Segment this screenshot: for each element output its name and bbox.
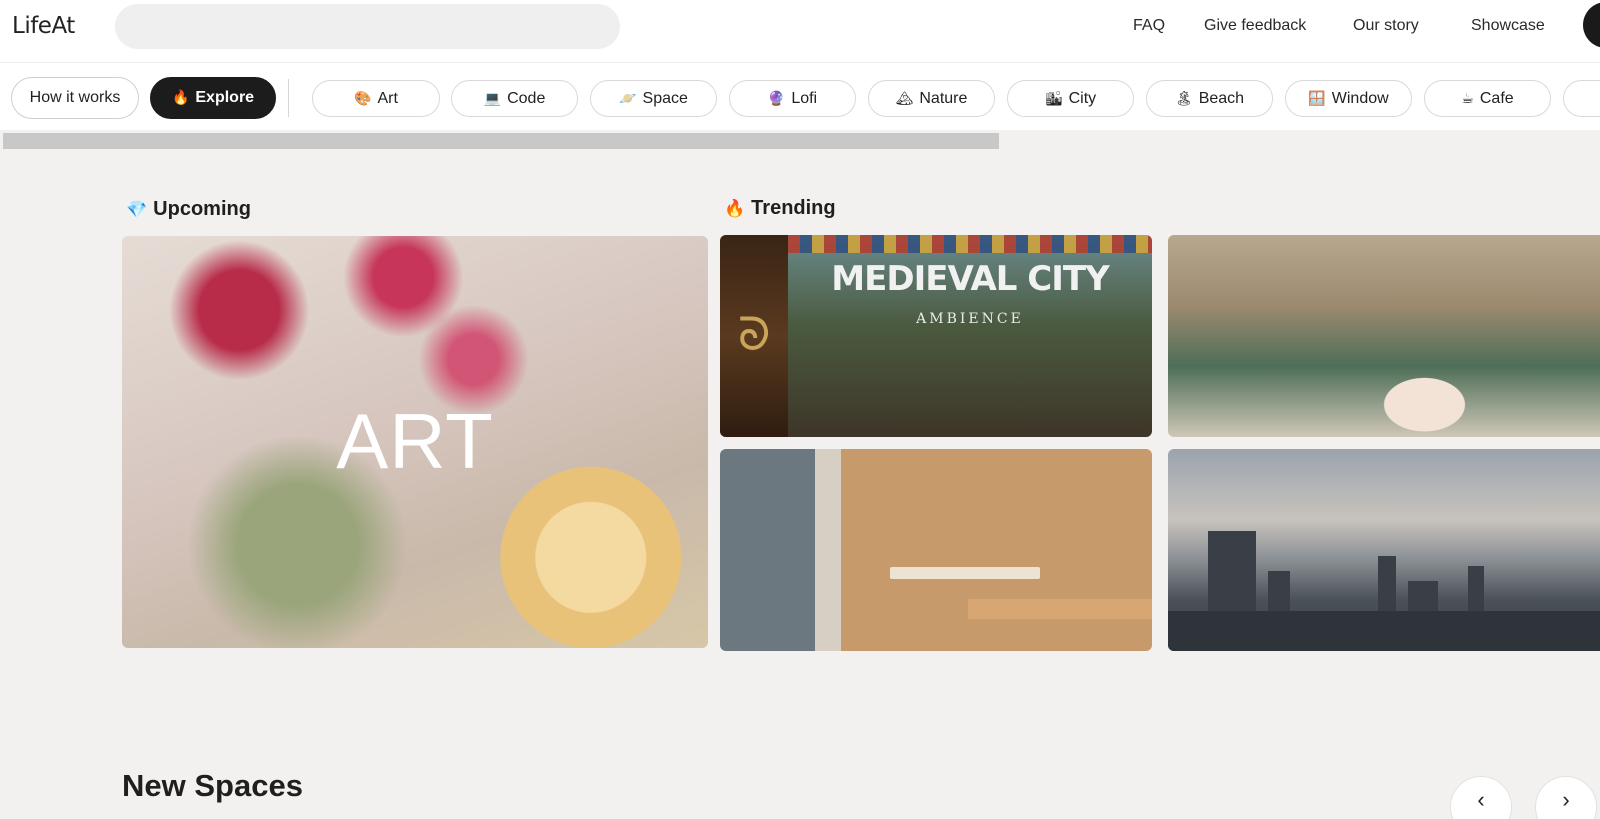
nav-link-showcase[interactable]: Showcase (1471, 17, 1545, 35)
upcoming-heading: 💎 Upcoming (126, 198, 251, 221)
cityscape-icon: 🏙 (1044, 90, 1063, 107)
how-it-works-button[interactable]: How it works (11, 77, 139, 119)
trending-heading: 🔥 Trending (724, 197, 836, 220)
category-city[interactable]: 🏙 City (1007, 80, 1134, 117)
category-space[interactable]: 🪐 Space (590, 80, 717, 117)
category-art[interactable]: 🎨 Art (312, 80, 440, 117)
search-input[interactable] (115, 4, 620, 49)
table-illustration (890, 567, 1040, 579)
prev-arrow-button[interactable]: ‹ (1450, 776, 1512, 819)
planet-icon: 🪐 (619, 90, 637, 107)
category-label: Space (642, 89, 688, 107)
category-bar: How it works 🔥 Explore 🎨 Art 💻 Code 🪐 Sp… (0, 62, 1600, 130)
category-label: Beach (1198, 89, 1245, 107)
new-spaces-heading: New Spaces (122, 768, 303, 803)
palette-icon: 🎨 (354, 90, 372, 107)
trending-card-city-skyline[interactable] (1168, 449, 1600, 651)
bunting-decoration (788, 235, 1152, 253)
card-title: MEDIEVAL CITY (831, 259, 1109, 299)
category-window[interactable]: 🪟 Window (1285, 80, 1412, 117)
gem-icon: 💎 (126, 199, 148, 220)
nav-link-give-feedback[interactable]: Give feedback (1204, 17, 1306, 35)
category-cafe[interactable]: ☕ Cafe (1424, 80, 1551, 117)
divider (288, 79, 289, 117)
category-beach[interactable]: 🏝 Beach (1146, 80, 1273, 117)
category-nature[interactable]: 🏔 Nature (868, 80, 995, 117)
how-it-works-label: How it works (29, 89, 121, 106)
window-icon: 🪟 (1308, 90, 1326, 107)
building (1168, 611, 1600, 651)
trending-card-medieval-city[interactable]: ᘐ MEDIEVAL CITY AMBIENCE (720, 235, 1152, 437)
fire-icon: 🔥 (724, 198, 746, 219)
nav-link-faq[interactable]: FAQ (1133, 17, 1165, 35)
logo[interactable]: LifeAt (12, 13, 75, 39)
category-label: Art (377, 89, 398, 107)
category-label: Code (507, 89, 546, 107)
dragon-emblem-icon: ᘐ (738, 307, 771, 361)
coffee-icon: ☕ (1461, 90, 1474, 107)
laptop-icon: 💻 (483, 90, 502, 107)
beach-icon: 🏝 (1174, 90, 1193, 107)
avatar[interactable] (1583, 2, 1600, 48)
next-arrow-button[interactable]: › (1535, 776, 1597, 819)
upcoming-card-art[interactable]: ART (122, 236, 708, 648)
category-code[interactable]: 💻 Code (451, 80, 578, 117)
trending-card-cafe-window[interactable] (720, 449, 1152, 651)
upcoming-heading-label: Upcoming (153, 198, 251, 220)
category-label: Lofi (791, 89, 818, 107)
explore-button[interactable]: 🔥 Explore (150, 77, 276, 119)
category-label: Nature (919, 89, 968, 107)
explore-label: Explore (195, 89, 255, 106)
category-more[interactable] (1563, 80, 1600, 117)
category-label: City (1068, 89, 1097, 107)
category-lofi[interactable]: 🔮 Lofi (729, 80, 856, 117)
category-label: Window (1331, 89, 1389, 107)
trending-card-grand-cafe[interactable] (1168, 235, 1600, 437)
nav-link-our-story[interactable]: Our story (1353, 17, 1419, 35)
fire-icon: 🔥 (171, 90, 190, 106)
bench-illustration (968, 599, 1152, 619)
crystal-ball-icon: 🔮 (767, 90, 786, 107)
category-label: Cafe (1479, 89, 1514, 107)
scrollbar-thumb[interactable] (3, 133, 999, 149)
trending-heading-label: Trending (751, 197, 836, 219)
top-nav: LifeAt FAQ Give feedback Our story Showc… (0, 0, 1600, 62)
card-subtitle: AMBIENCE (916, 311, 1024, 327)
mountain-icon: 🏔 (895, 90, 914, 107)
card-title: ART (336, 397, 494, 485)
